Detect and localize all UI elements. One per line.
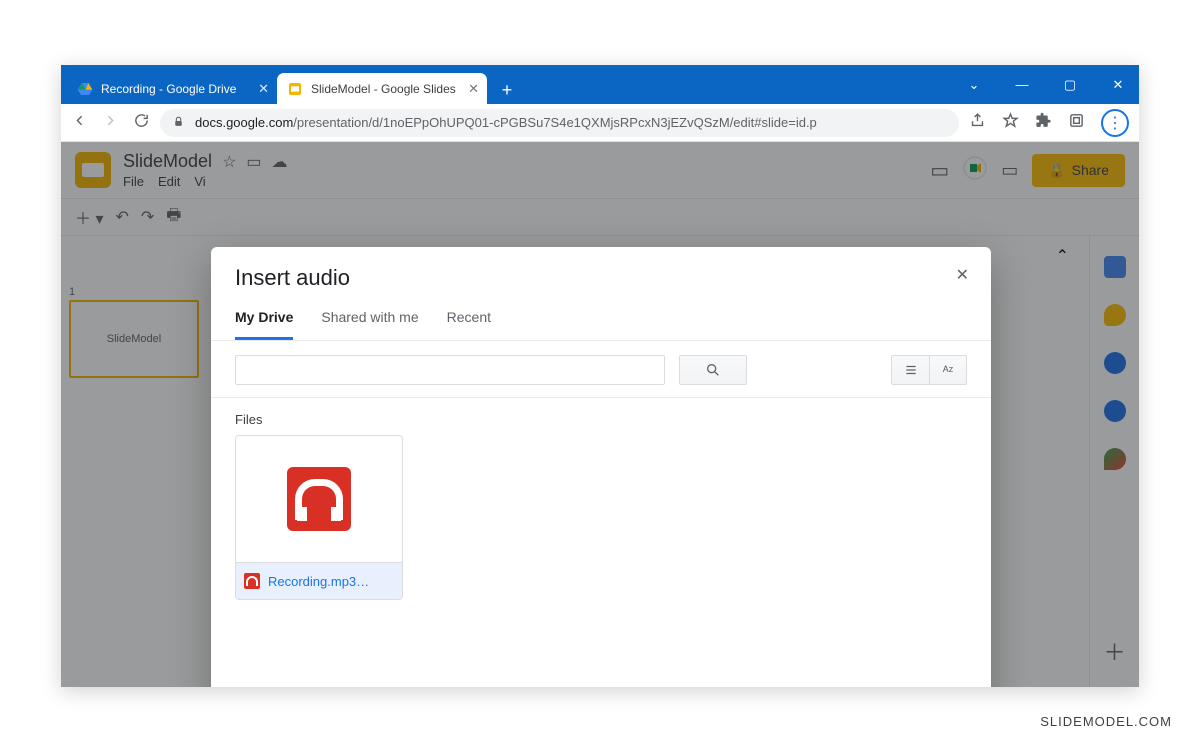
lock-icon: [172, 115, 185, 131]
tab-my-drive[interactable]: My Drive: [235, 309, 293, 340]
star-icon[interactable]: [1002, 112, 1019, 134]
audio-icon: [287, 467, 351, 531]
minimize-icon[interactable]: —: [1007, 77, 1037, 92]
sort-button[interactable]: ᴬᶻ: [929, 355, 967, 385]
browser-tab-slides[interactable]: SlideModel - Google Slides ✕: [277, 73, 487, 104]
drive-icon: [77, 81, 93, 97]
file-thumbnail: [236, 436, 402, 562]
search-icon: [705, 362, 721, 378]
picker-tabs: My Drive Shared with me Recent: [211, 291, 991, 341]
file-name: Recording.mp3…: [268, 574, 369, 589]
share-url-icon[interactable]: [969, 112, 986, 134]
forward-icon[interactable]: [102, 112, 119, 134]
files-heading: Files: [235, 412, 967, 427]
url-text: docs.google.com/presentation/d/1noEPpOhU…: [195, 115, 817, 130]
maximize-icon[interactable]: ▢: [1055, 77, 1085, 93]
chevron-down-icon[interactable]: ⌄: [959, 77, 989, 93]
close-icon[interactable]: ✕: [258, 81, 269, 97]
chrome-menu-icon[interactable]: ⋮: [1101, 109, 1129, 137]
modal-title: Insert audio: [235, 265, 967, 291]
new-tab-button[interactable]: +: [493, 76, 521, 104]
close-icon[interactable]: ✕: [468, 81, 479, 97]
slides-icon: [287, 81, 303, 97]
tab-recent[interactable]: Recent: [447, 309, 491, 340]
browser-tab-drive[interactable]: Recording - Google Drive ✕: [67, 73, 277, 104]
browser-titlebar: Recording - Google Drive ✕ SlideModel - …: [61, 65, 1139, 104]
file-item[interactable]: Recording.mp3…: [235, 435, 403, 600]
account-square-icon[interactable]: [1068, 112, 1085, 134]
tab-label: Recording - Google Drive: [101, 82, 236, 96]
window-controls: ⌄ — ▢ ✕: [959, 65, 1133, 104]
insert-audio-modal: Insert audio ✕ My Drive Shared with me R…: [211, 247, 991, 687]
watermark: SLIDEMODEL.COM: [1040, 714, 1172, 729]
back-icon[interactable]: [71, 112, 88, 134]
close-icon[interactable]: ✕: [956, 265, 969, 285]
tab-label: SlideModel - Google Slides: [311, 82, 456, 96]
close-icon[interactable]: ✕: [1103, 77, 1133, 93]
list-view-button[interactable]: [891, 355, 929, 385]
search-input[interactable]: [235, 355, 665, 385]
extensions-icon[interactable]: [1035, 112, 1052, 134]
slides-app: SlideModel ☆ ▭ ☁ File Edit Vi ▭ ▭ 🔒 Shar…: [61, 142, 1139, 687]
reload-icon[interactable]: [133, 112, 150, 134]
tab-shared-with-me[interactable]: Shared with me: [321, 309, 418, 340]
audio-icon: [244, 573, 260, 589]
browser-addressbar: docs.google.com/presentation/d/1noEPpOhU…: [61, 104, 1139, 142]
omnibox[interactable]: docs.google.com/presentation/d/1noEPpOhU…: [160, 109, 959, 137]
search-button[interactable]: [679, 355, 747, 385]
